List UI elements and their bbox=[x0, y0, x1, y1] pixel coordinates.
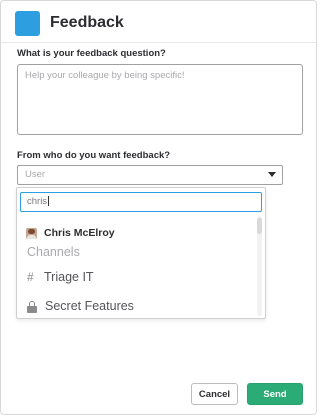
dialog-header: Feedback bbox=[15, 10, 124, 36]
question-textarea[interactable]: Help your colleague by being specific! bbox=[17, 64, 303, 135]
cancel-button[interactable]: Cancel bbox=[191, 383, 238, 405]
scrollbar-thumb[interactable] bbox=[257, 218, 262, 234]
option-channel[interactable]: # Triage IT bbox=[27, 270, 94, 284]
header-divider bbox=[1, 42, 316, 43]
option-private-channel[interactable]: Secret Features bbox=[27, 299, 134, 313]
section-heading-channels: Channels bbox=[27, 245, 80, 259]
user-name: Chris McElroy bbox=[44, 227, 115, 239]
app-square-icon bbox=[15, 10, 40, 36]
recipient-label: From who do you want feedback? bbox=[17, 150, 171, 161]
channel-name: Triage IT bbox=[44, 270, 94, 284]
hash-icon: # bbox=[27, 270, 34, 284]
filter-value: chris bbox=[27, 196, 48, 207]
recipient-select[interactable]: User bbox=[17, 165, 283, 185]
dialog-title: Feedback bbox=[50, 14, 124, 31]
private-channel-name: Secret Features bbox=[45, 299, 134, 313]
recipient-dropdown-menu: chris Chris McElroy Channels # Triage IT… bbox=[16, 187, 266, 319]
send-button[interactable]: Send bbox=[247, 383, 303, 405]
text-cursor bbox=[48, 196, 50, 207]
chevron-down-icon[interactable] bbox=[268, 172, 276, 177]
lock-icon bbox=[27, 300, 37, 313]
menu-scrollbar[interactable] bbox=[257, 216, 262, 316]
feedback-dialog: Feedback What is your feedback question?… bbox=[0, 0, 317, 415]
select-placeholder: User bbox=[25, 169, 46, 180]
question-label: What is your feedback question? bbox=[17, 48, 166, 59]
avatar bbox=[26, 227, 37, 239]
filter-input[interactable]: chris bbox=[20, 192, 262, 212]
option-user[interactable]: Chris McElroy bbox=[26, 227, 115, 239]
